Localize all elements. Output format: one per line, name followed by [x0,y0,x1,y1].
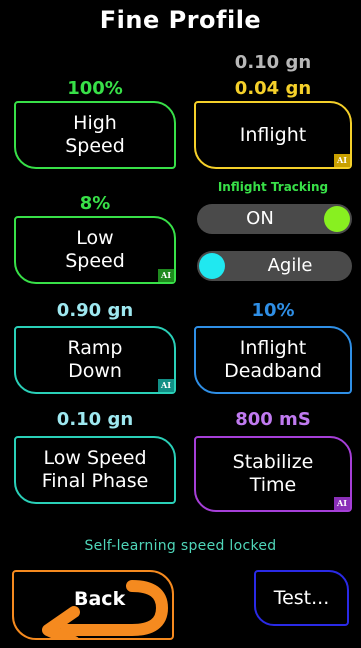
inflight-value-previous: 0.10 gn [234,52,312,73]
toggle-on-label: ON [246,208,274,229]
test-label: Test... [273,587,330,609]
inflight-button[interactable]: Inflight AI [194,101,352,169]
inflight-value: 0.04 gn [234,78,312,99]
low-speed-label: Low Speed [65,227,125,272]
ramp-down-value: 0.90 gn [56,300,134,321]
inflight-deadband-value: 10% [251,300,295,321]
high-speed-label: High Speed [65,112,125,157]
toggle-knob [199,253,225,279]
ai-badge: AI [334,497,350,510]
inflight-label: Inflight [239,123,307,146]
stabilize-time-value: 800 mS [235,409,311,430]
low-speed-final-phase-button[interactable]: Low Speed Final Phase [14,436,176,504]
inflight-deadband-button[interactable]: Inflight Deadband [194,326,352,394]
test-button[interactable]: Test... [254,570,349,626]
stabilize-time-label: Stabilize Time [232,451,314,496]
low-speed-final-label: Low Speed Final Phase [41,447,149,492]
high-speed-value: 100% [67,78,123,99]
high-speed-button[interactable]: High Speed [14,101,176,169]
low-speed-final-value: 0.10 gn [56,409,134,430]
inflight-tracking-toggle[interactable]: ON [197,204,352,234]
page-title: Fine Profile [99,6,262,34]
low-speed-button[interactable]: Low Speed AI [14,216,176,284]
toggle-knob [324,206,350,232]
ai-badge: AI [158,269,174,282]
ramp-down-label: Ramp Down [67,337,123,382]
low-speed-value: 8% [79,193,111,214]
toggle-agile-label: Agile [267,255,313,276]
inflight-tracking-caption: Inflight Tracking [217,180,329,194]
back-label: Back [74,588,126,610]
back-button[interactable]: Back [12,570,174,640]
status-text: Self-learning speed locked [84,538,277,554]
agile-toggle[interactable]: Agile [197,251,352,281]
stabilize-time-button[interactable]: Stabilize Time AI [194,436,352,512]
ai-badge: AI [158,379,174,392]
inflight-deadband-label: Inflight Deadband [224,337,322,382]
ai-badge: AI [334,154,350,167]
ramp-down-button[interactable]: Ramp Down AI [14,326,176,394]
